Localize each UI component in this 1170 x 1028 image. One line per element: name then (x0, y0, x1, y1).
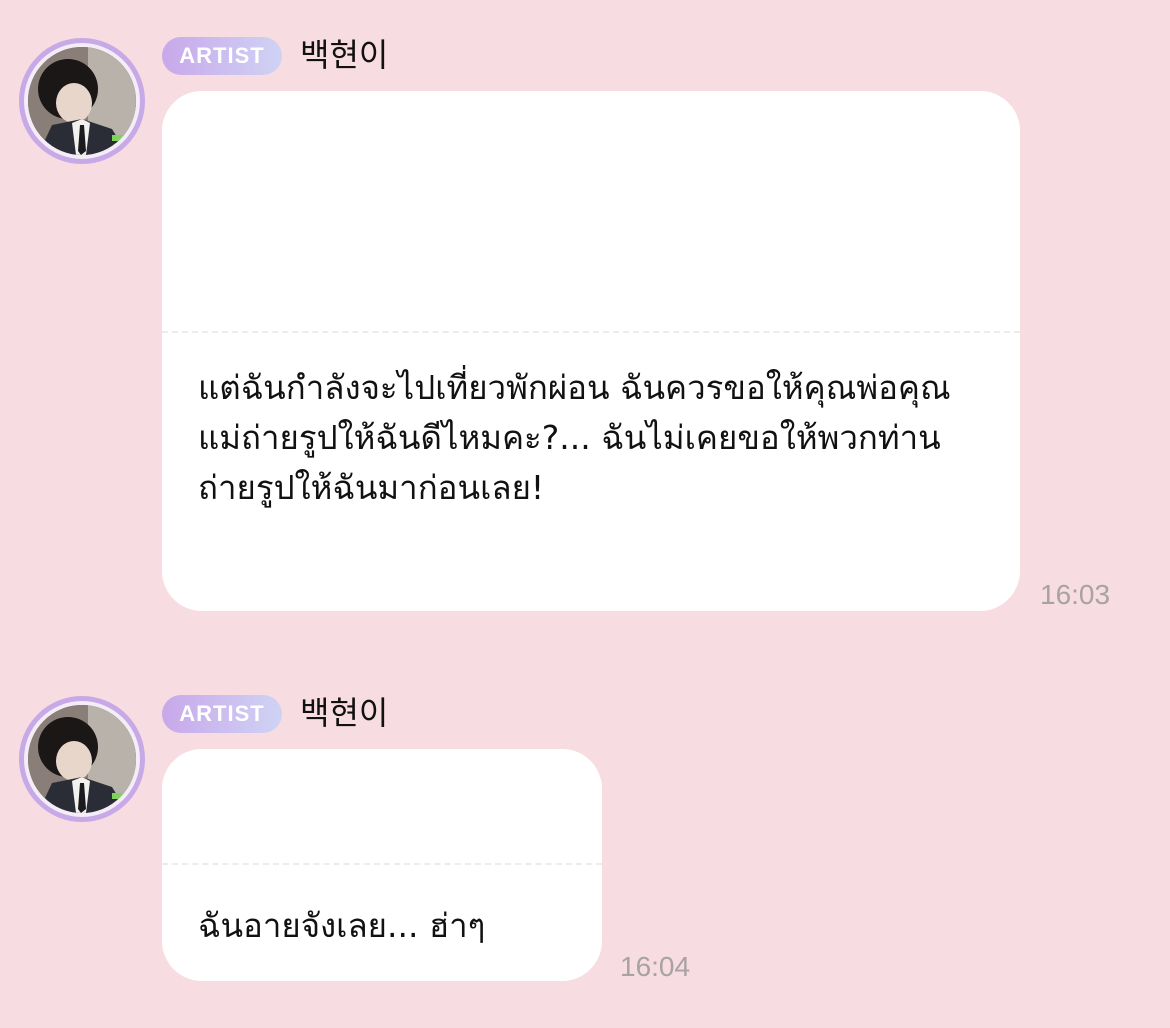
message-text: ฉันอายจังเลย... ฮ่าๆ (198, 906, 486, 945)
sender-name: 백현이 (300, 694, 389, 732)
message-bubble[interactable]: ฉันอายจังเลย... ฮ่าๆ (162, 749, 602, 981)
artist-badge: ARTIST (162, 37, 282, 75)
sender-name: 백현이 (300, 36, 389, 74)
message-media-area[interactable] (162, 91, 1020, 331)
avatar-photo (28, 705, 136, 813)
sender-avatar[interactable] (19, 696, 145, 822)
avatar-photo (28, 47, 136, 155)
message-media-area[interactable] (162, 749, 602, 863)
sender-avatar[interactable] (19, 38, 145, 164)
message-bubble[interactable]: แต่ฉันกำลังจะไปเที่ยวพักผ่อน ฉันควรขอให้… (162, 91, 1020, 611)
message-timestamp: 16:04 (620, 951, 691, 982)
message-timestamp: 16:03 (1040, 579, 1111, 610)
message-text: แต่ฉันกำลังจะไปเที่ยวพักผ่อน ฉันควรขอให้… (198, 368, 951, 507)
artist-badge: ARTIST (162, 695, 282, 733)
